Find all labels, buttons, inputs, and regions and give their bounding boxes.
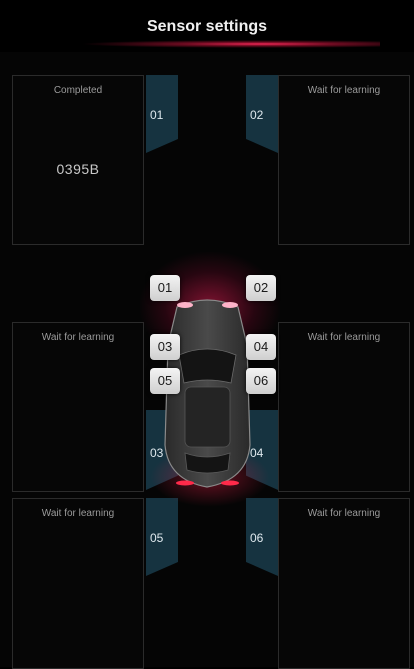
sensor-panel-05[interactable]: Wait for learning xyxy=(12,498,144,669)
position-tab-06[interactable]: 06 xyxy=(246,498,278,576)
position-number: 02 xyxy=(250,108,264,122)
car-position-tag-06[interactable]: 06 xyxy=(246,368,276,394)
car-position-tag-05[interactable]: 05 xyxy=(150,368,180,394)
car-position-tag-01[interactable]: 01 xyxy=(150,275,180,301)
sensor-status: Wait for learning xyxy=(307,508,381,519)
header: Sensor settings xyxy=(0,0,414,52)
position-tab-02[interactable]: 02 xyxy=(246,75,278,153)
sensor-panel-01[interactable]: Completed 0395B xyxy=(12,75,144,245)
position-tab-01[interactable]: 01 xyxy=(146,75,178,153)
sensor-page: Completed 0395B 01 02 Wait for learning … xyxy=(0,52,414,669)
sensor-id: 0395B xyxy=(56,161,100,177)
position-tab-05[interactable]: 05 xyxy=(146,498,178,576)
car-position-tag-02[interactable]: 02 xyxy=(246,275,276,301)
sensor-status: Wait for learning xyxy=(41,332,115,343)
sensor-panel-06[interactable]: Wait for learning xyxy=(278,498,410,669)
sensor-panel-02[interactable]: Wait for learning xyxy=(278,75,410,245)
sensor-status: Completed xyxy=(53,85,103,96)
sensor-status: Wait for learning xyxy=(41,508,115,519)
title-underline-glow xyxy=(80,40,380,48)
sensor-status: Wait for learning xyxy=(307,332,381,343)
page-title: Sensor settings xyxy=(146,18,268,35)
position-number: 06 xyxy=(250,531,264,545)
car-position-tag-03[interactable]: 03 xyxy=(150,334,180,360)
position-number: 01 xyxy=(150,108,164,122)
sensor-panel-04[interactable]: Wait for learning xyxy=(278,322,410,492)
car-position-tag-04[interactable]: 04 xyxy=(246,334,276,360)
sensor-panel-03[interactable]: Wait for learning xyxy=(12,322,144,492)
sensor-status: Wait for learning xyxy=(307,85,381,96)
position-number: 05 xyxy=(150,531,164,545)
